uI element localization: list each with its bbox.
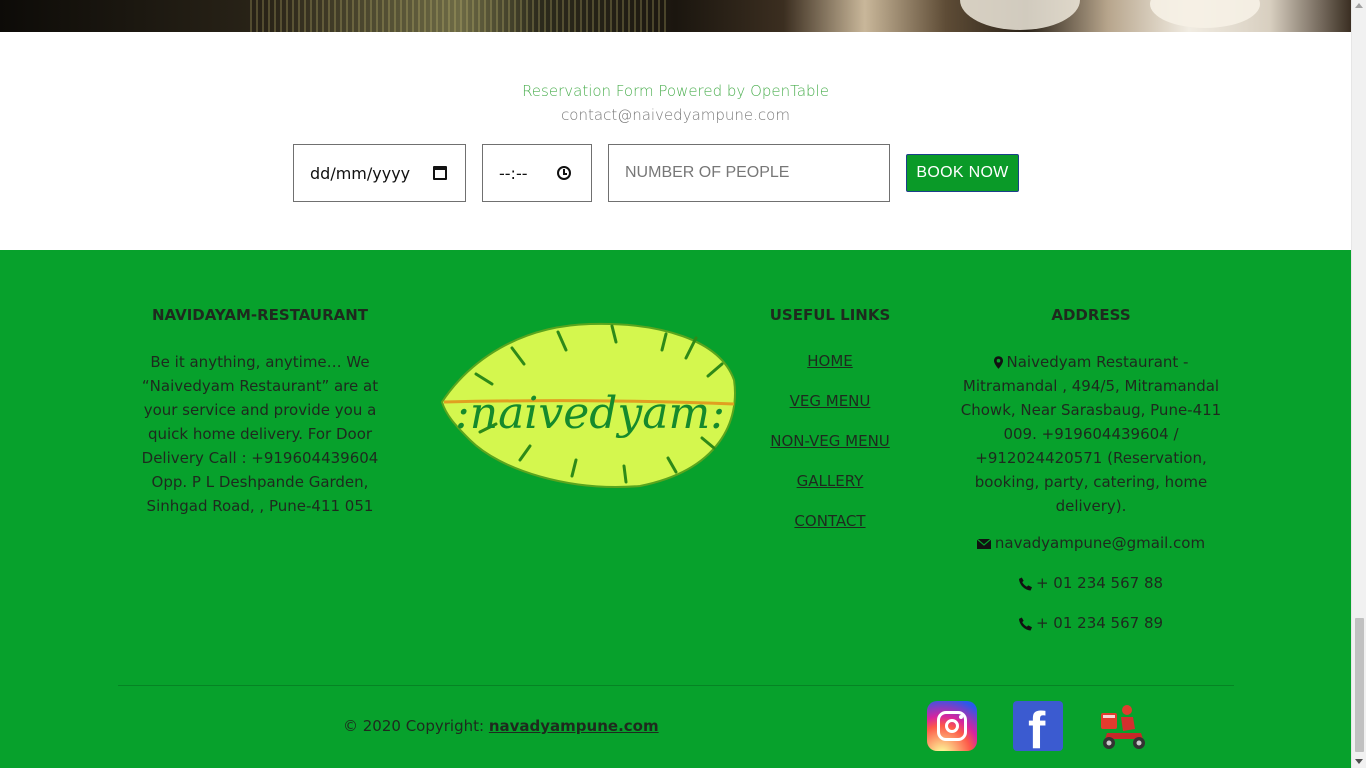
naivedyam-leaf-logo[interactable]: :naivedyam: xyxy=(440,320,738,492)
people-field[interactable] xyxy=(608,144,890,202)
delivery-scooter-icon[interactable] xyxy=(1097,701,1149,751)
copyright-link[interactable]: navadyampune.com xyxy=(489,717,659,735)
link-contact[interactable]: CONTACT xyxy=(740,510,920,532)
footer-divider xyxy=(118,685,1234,686)
copyright-text: © 2020 Copyright: xyxy=(343,717,485,735)
scroll-down-icon[interactable] xyxy=(1355,759,1363,764)
phone-icon xyxy=(1018,577,1032,591)
hero-image-strip xyxy=(0,0,1351,32)
copyright: © 2020 Copyright: navadyampune.com xyxy=(343,717,659,735)
scrollbar-thumb[interactable] xyxy=(1355,618,1364,752)
book-now-button[interactable]: BOOK NOW xyxy=(906,154,1019,192)
date-input[interactable]: dd/mm/yyyy xyxy=(293,144,466,202)
mail-icon xyxy=(976,539,991,549)
facebook-icon[interactable]: f xyxy=(1013,701,1063,751)
phone-number-1: + 01 234 567 88 xyxy=(1035,574,1164,592)
scroll-up-icon[interactable] xyxy=(1355,3,1363,8)
phone-line-1: + 01 234 567 88 xyxy=(960,574,1222,592)
useful-links-list: HOME VEG MENU NON-VEG MENU GALLERY CONTA… xyxy=(740,350,920,550)
link-home[interactable]: HOME xyxy=(740,350,920,372)
link-veg-menu[interactable]: VEG MENU xyxy=(740,390,920,412)
phone-line-2: + 01 234 567 89 xyxy=(960,614,1222,632)
useful-links-title: USEFUL LINKS xyxy=(769,306,891,324)
location-pin-icon xyxy=(993,356,1003,369)
instagram-icon[interactable] xyxy=(927,701,977,751)
email-line: navadyampune@gmail.com xyxy=(960,534,1222,552)
address-block: Naivedyam Restaurant - Mitramandal , 494… xyxy=(960,350,1222,518)
about-text: Be it anything, anytime… We “Naivedyam R… xyxy=(141,353,379,515)
calendar-icon[interactable] xyxy=(433,166,447,180)
address-text: Naivedyam Restaurant - Mitramandal , 494… xyxy=(960,353,1222,515)
reservation-section: Reservation Form Powered by OpenTable co… xyxy=(0,32,1351,250)
logo-text: :naivedyam: xyxy=(455,388,725,439)
phone-number-2: + 01 234 567 89 xyxy=(1035,614,1164,632)
time-value: --:-- xyxy=(499,163,528,183)
address-title: ADDRESS xyxy=(1051,306,1131,324)
number-of-people-input[interactable] xyxy=(625,164,875,182)
date-value: dd/mm/yyyy xyxy=(310,163,411,183)
page-scrollbar[interactable] xyxy=(1351,0,1366,768)
contact-email: contact@naivedyampune.com xyxy=(561,106,790,124)
clock-icon[interactable] xyxy=(557,166,571,180)
time-input[interactable]: --:-- xyxy=(482,144,592,202)
address-email: navadyampune@gmail.com xyxy=(994,534,1206,552)
link-non-veg-menu[interactable]: NON-VEG MENU xyxy=(740,430,920,452)
phone-icon xyxy=(1018,617,1032,631)
powered-by-text: Reservation Form Powered by OpenTable xyxy=(522,82,829,100)
about-title: NAVIDAYAM-RESTAURANT xyxy=(151,306,369,324)
link-gallery[interactable]: GALLERY xyxy=(740,470,920,492)
site-footer: NAVIDAYAM-RESTAURANT Be it anything, any… xyxy=(0,250,1351,768)
